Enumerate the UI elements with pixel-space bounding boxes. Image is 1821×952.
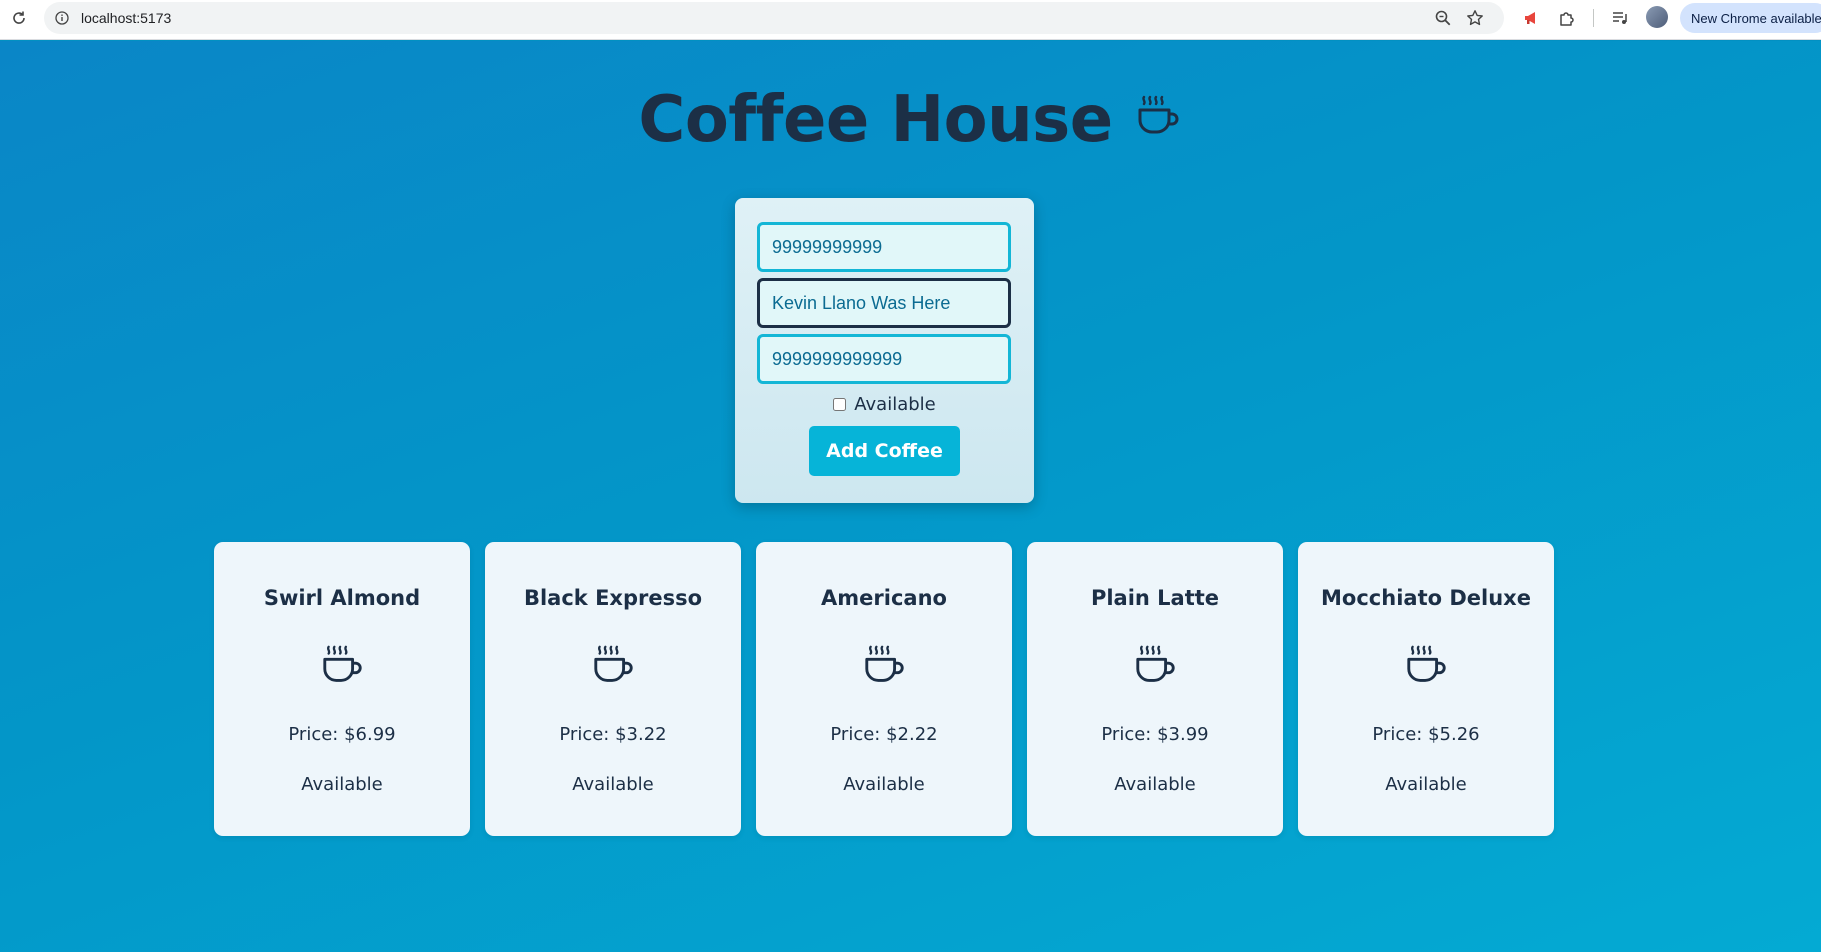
coffee-cup-icon xyxy=(865,645,904,682)
toolbar-divider xyxy=(1593,9,1594,27)
coffee-cup-icon xyxy=(323,645,362,682)
coffee-name: Americano xyxy=(821,586,947,610)
media-queue-icon[interactable] xyxy=(1610,8,1630,28)
address-bar[interactable]: localhost:5173 xyxy=(44,2,1504,34)
coffee-id-input[interactable] xyxy=(757,334,1011,384)
coffee-name: Black Expresso xyxy=(523,586,703,610)
coffee-list: Swirl Almond Price: $6.99 Available Blac… xyxy=(214,542,1554,836)
coffee-price: Price: $2.22 xyxy=(830,724,938,745)
coffee-cup-icon xyxy=(594,645,633,682)
zoom-icon[interactable] xyxy=(1434,9,1452,27)
coffee-price: Price: $5.26 xyxy=(1372,724,1480,745)
megaphone-extension-icon[interactable] xyxy=(1521,8,1541,28)
coffee-price: Price: $3.99 xyxy=(1101,724,1209,745)
page-header: Coffee House xyxy=(0,83,1821,157)
available-row: Available xyxy=(735,394,1034,415)
coffee-card: Americano Price: $2.22 Available xyxy=(756,542,1012,836)
coffee-availability: Available xyxy=(1114,774,1196,795)
coffee-availability: Available xyxy=(1385,774,1467,795)
add-coffee-button[interactable]: Add Coffee xyxy=(809,426,960,476)
coffee-cup-icon xyxy=(1136,645,1175,682)
coffee-cup-icon xyxy=(1407,645,1446,682)
browser-toolbar: localhost:5173 New Chrome available xyxy=(0,0,1821,40)
chrome-update-badge[interactable]: New Chrome available xyxy=(1680,3,1821,33)
coffee-availability: Available xyxy=(301,774,383,795)
bookmark-star-icon[interactable] xyxy=(1466,9,1484,27)
page-title: Coffee House xyxy=(638,83,1113,157)
coffee-card: Black Expresso Price: $3.22 Available xyxy=(485,542,741,836)
coffee-name-input[interactable] xyxy=(757,278,1011,328)
available-label: Available xyxy=(854,394,936,415)
site-info-icon[interactable] xyxy=(54,10,70,26)
app-page: Coffee House Available Add Coffee Swirl … xyxy=(0,41,1821,952)
address-url: localhost:5173 xyxy=(81,10,172,26)
available-checkbox[interactable] xyxy=(833,398,847,411)
coffee-cup-icon xyxy=(1138,95,1179,134)
coffee-name: Swirl Almond xyxy=(263,586,421,610)
coffee-price-input[interactable] xyxy=(757,222,1011,272)
coffee-card: Swirl Almond Price: $6.99 Available xyxy=(214,542,470,836)
coffee-availability: Available xyxy=(572,774,654,795)
coffee-price: Price: $3.22 xyxy=(559,724,667,745)
extensions-puzzle-icon[interactable] xyxy=(1557,8,1577,28)
coffee-card: Plain Latte Price: $3.99 Available xyxy=(1027,542,1283,836)
add-coffee-form: Available Add Coffee xyxy=(735,198,1034,503)
reload-icon[interactable] xyxy=(9,8,29,28)
coffee-name: Plain Latte xyxy=(1090,586,1220,610)
profile-avatar[interactable] xyxy=(1646,6,1668,28)
coffee-price: Price: $6.99 xyxy=(288,724,396,745)
coffee-name: Mocchiato Deluxe xyxy=(1321,586,1531,610)
coffee-availability: Available xyxy=(843,774,925,795)
coffee-card: Mocchiato Deluxe Price: $5.26 Available xyxy=(1298,542,1554,836)
